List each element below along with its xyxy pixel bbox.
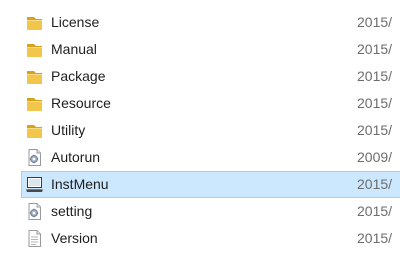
file-name: Resource bbox=[51, 95, 111, 111]
settings-file-icon bbox=[25, 148, 44, 167]
file-date: 2015/ bbox=[357, 41, 393, 57]
file-row-autorun[interactable]: Autorun 2009/ bbox=[0, 144, 400, 171]
application-icon bbox=[25, 175, 44, 194]
file-date: 2015/ bbox=[357, 203, 393, 219]
file-date: 2015/ bbox=[357, 14, 393, 30]
file-row-version[interactable]: Version 2015/ bbox=[0, 225, 400, 252]
file-name: Package bbox=[51, 68, 106, 84]
file-name: setting bbox=[51, 203, 93, 219]
settings-file-icon bbox=[25, 202, 44, 221]
folder-icon bbox=[25, 121, 44, 140]
file-row-package[interactable]: Package 2015/ bbox=[0, 63, 400, 90]
file-row-license[interactable]: License 2015/ bbox=[0, 9, 400, 36]
folder-icon bbox=[25, 94, 44, 113]
file-name: Version bbox=[51, 230, 98, 246]
folder-icon bbox=[25, 40, 44, 59]
file-name: Manual bbox=[51, 41, 97, 57]
file-date: 2015/ bbox=[357, 230, 393, 246]
file-row-manual[interactable]: Manual 2015/ bbox=[0, 36, 400, 63]
file-name: InstMenu bbox=[51, 176, 109, 192]
text-file-icon bbox=[25, 229, 44, 248]
file-date: 2015/ bbox=[357, 122, 393, 138]
file-name: Utility bbox=[51, 122, 86, 138]
file-date: 2015/ bbox=[357, 68, 393, 84]
folder-icon bbox=[25, 67, 44, 86]
file-row-instmenu[interactable]: InstMenu 2015/ bbox=[0, 171, 400, 198]
folder-icon bbox=[25, 13, 44, 32]
file-row-setting[interactable]: setting 2015/ bbox=[0, 198, 400, 225]
file-list: License 2015/ Manual 2015/ Package 2015/… bbox=[0, 9, 400, 252]
file-date: 2015/ bbox=[357, 176, 393, 192]
file-row-utility[interactable]: Utility 2015/ bbox=[0, 117, 400, 144]
file-name: License bbox=[51, 14, 100, 30]
file-date: 2009/ bbox=[357, 149, 393, 165]
file-row-resource[interactable]: Resource 2015/ bbox=[0, 90, 400, 117]
file-date: 2015/ bbox=[357, 95, 393, 111]
file-name: Autorun bbox=[51, 149, 101, 165]
